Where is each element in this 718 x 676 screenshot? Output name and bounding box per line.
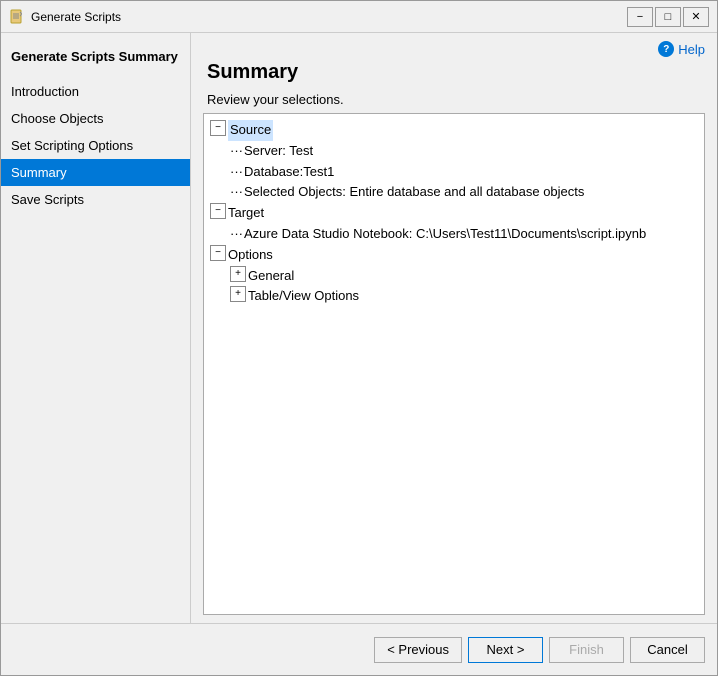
selected-objects-label: Selected Objects: Entire database and al…	[244, 182, 584, 203]
general-label: General	[248, 266, 294, 287]
table-view-label: Table/View Options	[248, 286, 359, 307]
next-button[interactable]: Next >	[468, 637, 543, 663]
notebook-label: Azure Data Studio Notebook: C:\Users\Tes…	[244, 224, 646, 245]
title-bar: Generate Scripts − □ ✕	[1, 1, 717, 33]
title-bar-controls: − □ ✕	[627, 7, 709, 27]
tree-node-selected-objects: ··· Selected Objects: Entire database an…	[230, 182, 698, 203]
cancel-button[interactable]: Cancel	[630, 637, 705, 663]
options-expander[interactable]: −	[210, 245, 226, 261]
minimize-button[interactable]: −	[627, 7, 653, 27]
options-children: + General + Table/View Options	[210, 266, 698, 308]
tree-node-source: − Source	[210, 120, 698, 141]
window: Generate Scripts − □ ✕ Generate Scripts …	[0, 0, 718, 676]
target-children: ··· Azure Data Studio Notebook: C:\Users…	[210, 224, 698, 245]
table-view-expander[interactable]: +	[230, 286, 246, 302]
tree-node-database: ··· Database:Test1	[230, 162, 698, 183]
sidebar-item-introduction[interactable]: Introduction	[1, 78, 190, 105]
tree-node-notebook: ··· Azure Data Studio Notebook: C:\Users…	[230, 224, 698, 245]
previous-button[interactable]: < Previous	[374, 637, 462, 663]
bottom-bar: < Previous Next > Finish Cancel	[1, 623, 717, 675]
source-children: ··· Server: Test ··· Database:Test1 ··· …	[210, 141, 698, 203]
main-body: Summary Review your selections. − Source…	[191, 61, 717, 623]
close-button[interactable]: ✕	[683, 7, 709, 27]
help-link[interactable]: ? Help	[658, 41, 705, 57]
review-label: Review your selections.	[203, 92, 705, 107]
tree-node-options: − Options	[210, 245, 698, 266]
main-panel: ? Help Summary Review your selections. −…	[191, 33, 717, 623]
tree-node-table-view: + Table/View Options	[230, 286, 698, 307]
wizard-title: Generate Scripts Summary	[1, 41, 190, 78]
target-label: Target	[228, 203, 264, 224]
tree-node-general: + General	[230, 266, 698, 287]
maximize-button[interactable]: □	[655, 7, 681, 27]
general-expander[interactable]: +	[230, 266, 246, 282]
sidebar: Generate Scripts Summary Introduction Ch…	[1, 33, 191, 623]
database-label: Database:Test1	[244, 162, 334, 183]
sidebar-item-save-scripts[interactable]: Save Scripts	[1, 186, 190, 213]
options-label: Options	[228, 245, 273, 266]
window-icon	[9, 9, 25, 25]
help-icon: ?	[658, 41, 674, 57]
source-expander[interactable]: −	[210, 120, 226, 136]
tree-node-server: ··· Server: Test	[230, 141, 698, 162]
tree-node-target: − Target	[210, 203, 698, 224]
server-label: Server: Test	[244, 141, 313, 162]
sidebar-item-choose-objects[interactable]: Choose Objects	[1, 105, 190, 132]
content-area: Generate Scripts Summary Introduction Ch…	[1, 33, 717, 623]
page-title: Summary	[203, 61, 705, 84]
tree-container[interactable]: − Source ··· Server: Test ··· Database:T…	[203, 113, 705, 615]
window-title: Generate Scripts	[31, 10, 627, 24]
source-label: Source	[228, 120, 273, 141]
main-header: ? Help	[191, 33, 717, 61]
sidebar-item-set-scripting-options[interactable]: Set Scripting Options	[1, 132, 190, 159]
target-expander[interactable]: −	[210, 203, 226, 219]
finish-button[interactable]: Finish	[549, 637, 624, 663]
sidebar-item-summary[interactable]: Summary	[1, 159, 190, 186]
